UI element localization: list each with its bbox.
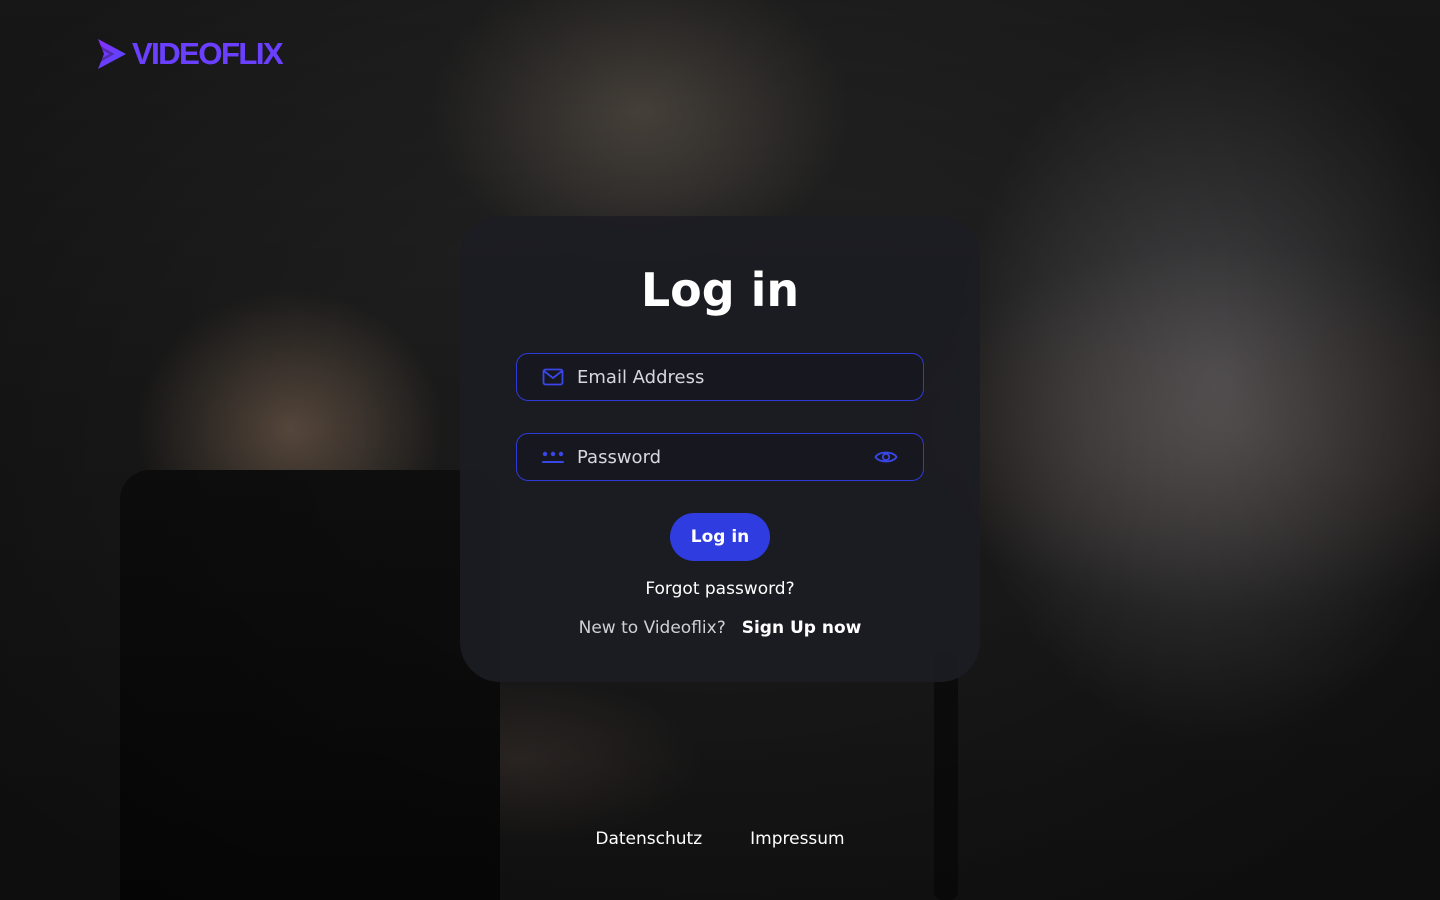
signup-question: New to Videoflix? bbox=[578, 618, 726, 638]
login-title: Log in bbox=[640, 263, 800, 317]
password-dots-icon bbox=[541, 445, 565, 469]
forgot-password-container: Forgot password? bbox=[600, 578, 840, 600]
footer-link-datenschutz[interactable]: Datenschutz bbox=[595, 828, 702, 850]
play-chevron-icon bbox=[96, 37, 128, 71]
password-input[interactable] bbox=[577, 434, 873, 480]
brand-logo[interactable]: VIDEOFLIX bbox=[96, 36, 284, 72]
eye-icon[interactable] bbox=[873, 444, 899, 470]
email-input[interactable] bbox=[577, 354, 923, 400]
brand-name: VIDEOFLIX bbox=[132, 36, 284, 71]
mail-icon bbox=[541, 365, 565, 389]
email-field[interactable] bbox=[516, 353, 924, 401]
footer-links: Datenschutz Impressum bbox=[560, 828, 880, 850]
signup-row: New to Videoflix? Sign Up now bbox=[560, 617, 880, 639]
login-button[interactable]: Log in bbox=[670, 513, 770, 561]
signup-link[interactable]: Sign Up now bbox=[742, 617, 862, 639]
password-field[interactable] bbox=[516, 433, 924, 481]
footer-link-impressum[interactable]: Impressum bbox=[750, 828, 845, 850]
forgot-password-link[interactable]: Forgot password? bbox=[645, 579, 794, 599]
